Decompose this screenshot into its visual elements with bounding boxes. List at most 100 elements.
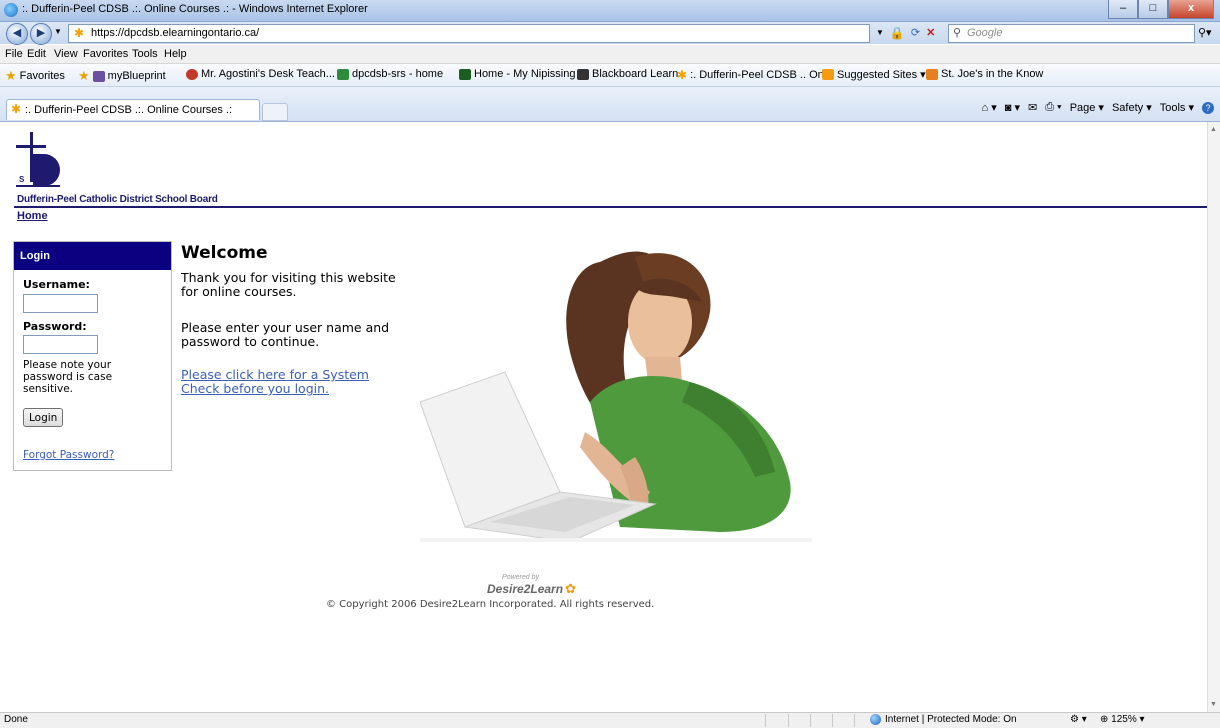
menu-tools[interactable]: Tools bbox=[132, 48, 158, 60]
menu-view[interactable]: View bbox=[54, 48, 78, 60]
search-placeholder: Google bbox=[967, 27, 1003, 39]
favorites-label: Favorites bbox=[19, 70, 65, 82]
window-title: :. Dufferin-Peel CDSB .:. Online Courses… bbox=[22, 3, 368, 15]
menu-bar: File Edit View Favorites Tools Help bbox=[0, 45, 1220, 64]
stop-icon[interactable]: ✕ bbox=[926, 26, 935, 39]
plant-icon bbox=[337, 68, 349, 80]
fav-label: St. Joe's in the Know bbox=[941, 68, 1044, 80]
mail-icon[interactable]: ✉ bbox=[1028, 101, 1037, 114]
security-zone[interactable]: Internet | Protected Mode: On bbox=[870, 714, 1017, 725]
tab-bar: ✱ :. Dufferin-Peel CDSB .:. Online Cours… bbox=[0, 87, 1220, 122]
intro-text: Thank you for visiting this website for … bbox=[181, 270, 396, 299]
favorites-bar: ★ Favorites ★ myBlueprint Mr. Agostini's… bbox=[0, 64, 1220, 87]
menu-edit[interactable]: Edit bbox=[27, 48, 46, 60]
fav-label: :. Dufferin-Peel CDSB .. On... bbox=[690, 69, 833, 81]
fav-label: Suggested Sites ▾ bbox=[837, 69, 926, 81]
d2l-brand-text: Desire2Learn bbox=[487, 582, 564, 596]
page-menu[interactable]: Page ▾ bbox=[1070, 101, 1104, 114]
window-controls: – □ x bbox=[1108, 0, 1214, 19]
globe-icon bbox=[870, 714, 881, 725]
system-check-link[interactable]: Please click here for a System Check bef… bbox=[181, 368, 406, 396]
fav-item-dpcdsb-srs[interactable]: dpcdsb-srs - home bbox=[337, 68, 443, 80]
feeds-icon[interactable]: ◙ ▾ bbox=[1005, 101, 1020, 114]
fav-item-agostini[interactable]: Mr. Agostini's Desk Teach... bbox=[186, 68, 335, 80]
favorites-button[interactable]: ★ Favorites bbox=[5, 68, 65, 84]
svg-text:S: S bbox=[19, 175, 25, 184]
menu-file[interactable]: File bbox=[5, 48, 23, 60]
nipissing-icon bbox=[459, 68, 471, 80]
history-dropdown-icon[interactable]: ▼ bbox=[54, 27, 62, 36]
zoom-level: 125% bbox=[1111, 714, 1137, 725]
ie-logo-icon bbox=[4, 3, 18, 17]
url-dropdown-icon[interactable]: ▼ bbox=[876, 28, 884, 37]
fav-item-dufferin-peel[interactable]: ✱ :. Dufferin-Peel CDSB .. On... bbox=[677, 68, 833, 82]
zoom-icon: ⊕ bbox=[1100, 714, 1109, 725]
address-bar: ◀ ▶ ▼ ✱ https://dpcdsb.elearningontario.… bbox=[0, 22, 1220, 45]
favorites-star-icon: ★ bbox=[5, 68, 17, 83]
site-favicon-icon: ✱ bbox=[74, 26, 85, 40]
menu-help[interactable]: Help bbox=[164, 48, 187, 60]
login-button[interactable]: Login bbox=[23, 408, 64, 427]
fav-label: myBlueprint bbox=[107, 70, 166, 82]
suggested-sites-icon bbox=[822, 69, 834, 80]
zoom-dropdown-icon: ▾ bbox=[1139, 714, 1145, 725]
forgot-password-link[interactable]: Forgot Password? bbox=[23, 449, 114, 461]
tab-dufferin-peel[interactable]: ✱ :. Dufferin-Peel CDSB .:. Online Cours… bbox=[6, 99, 260, 120]
fav-item-st-joes[interactable]: St. Joe's in the Know bbox=[926, 68, 1043, 80]
back-button[interactable]: ◀ bbox=[6, 23, 28, 45]
address-tools: ▼ 🔒 ⟳ ✕ bbox=[876, 24, 935, 41]
search-provider-icon: ⚲ bbox=[953, 27, 962, 39]
vertical-scrollbar[interactable]: ▲ ▼ bbox=[1207, 122, 1220, 712]
zoom-control[interactable]: ⊕ 125% ▾ bbox=[1100, 714, 1145, 725]
close-button[interactable]: x bbox=[1168, 0, 1214, 19]
copyright-text: © Copyright 2006 Desire2Learn Incorporat… bbox=[326, 599, 655, 610]
password-input[interactable] bbox=[23, 335, 98, 354]
scroll-down-icon[interactable]: ▼ bbox=[1210, 701, 1217, 708]
title-bar: :. Dufferin-Peel CDSB .:. Online Courses… bbox=[0, 0, 1220, 22]
password-label: Password: bbox=[23, 320, 87, 333]
username-input[interactable] bbox=[23, 294, 98, 313]
status-divider bbox=[854, 714, 855, 727]
powered-by-text: Powered by bbox=[502, 574, 539, 581]
search-input[interactable]: ⚲ Google bbox=[948, 24, 1195, 43]
scroll-up-icon[interactable]: ▲ bbox=[1210, 126, 1217, 133]
url-field[interactable]: ✱ https://dpcdsb.elearningontario.ca/ bbox=[68, 24, 870, 43]
protected-mode-icon[interactable]: ⚙ ▾ bbox=[1070, 714, 1087, 725]
password-note: Please note your password is case sensit… bbox=[23, 359, 113, 395]
fav-item-suggested-sites[interactable]: Suggested Sites ▾ bbox=[822, 68, 926, 81]
fav-label: Home - My Nipissing bbox=[474, 68, 576, 80]
menu-favorites[interactable]: Favorites bbox=[83, 48, 128, 60]
zone-text: Internet | Protected Mode: On bbox=[885, 714, 1017, 725]
minimize-button[interactable]: – bbox=[1108, 0, 1138, 19]
board-name: Dufferin-Peel Catholic District School B… bbox=[17, 194, 218, 205]
username-label: Username: bbox=[23, 278, 90, 291]
fav-item-blackboard[interactable]: Blackboard Learn bbox=[577, 68, 678, 80]
home-link[interactable]: Home bbox=[17, 210, 48, 222]
fav-label: Mr. Agostini's Desk Teach... bbox=[201, 68, 335, 80]
login-header: Login bbox=[14, 242, 171, 270]
search-icon[interactable]: ⚲▾ bbox=[1198, 26, 1212, 39]
blackboard-icon bbox=[577, 68, 589, 80]
board-logo-icon: S bbox=[16, 132, 60, 187]
command-bar: ⌂ ▾ ◙ ▾ ✉ ⎙ ▾ Page ▾ Safety ▾ Tools ▾ ? bbox=[982, 101, 1214, 114]
print-icon[interactable]: ⎙ ▾ bbox=[1045, 101, 1061, 114]
refresh-icon[interactable]: ⟳ bbox=[911, 26, 920, 39]
maximize-button[interactable]: □ bbox=[1138, 0, 1168, 19]
fav-label: Blackboard Learn bbox=[592, 68, 679, 80]
apple-icon bbox=[186, 68, 198, 80]
forward-button[interactable]: ▶ bbox=[30, 23, 52, 45]
fav-item-myblueprint[interactable]: ★ myBlueprint bbox=[78, 68, 166, 84]
home-icon[interactable]: ⌂ ▾ bbox=[982, 101, 997, 114]
new-tab-button[interactable] bbox=[262, 103, 288, 121]
status-divider bbox=[788, 714, 789, 727]
welcome-title: Welcome bbox=[181, 243, 268, 263]
fav-item-nipissing[interactable]: Home - My Nipissing bbox=[459, 68, 575, 80]
tools-menu[interactable]: Tools ▾ bbox=[1160, 101, 1194, 114]
d2l-flower-icon: ✿ bbox=[565, 581, 576, 596]
d2l-logo: Powered by Desire2Learn ✿ bbox=[487, 574, 576, 597]
login-panel: Login Username: Password: Please note yo… bbox=[13, 241, 172, 471]
lock-icon[interactable]: 🔒 bbox=[890, 26, 905, 40]
safety-menu[interactable]: Safety ▾ bbox=[1112, 101, 1152, 114]
help-icon[interactable]: ? bbox=[1202, 101, 1214, 114]
status-divider bbox=[810, 714, 811, 727]
